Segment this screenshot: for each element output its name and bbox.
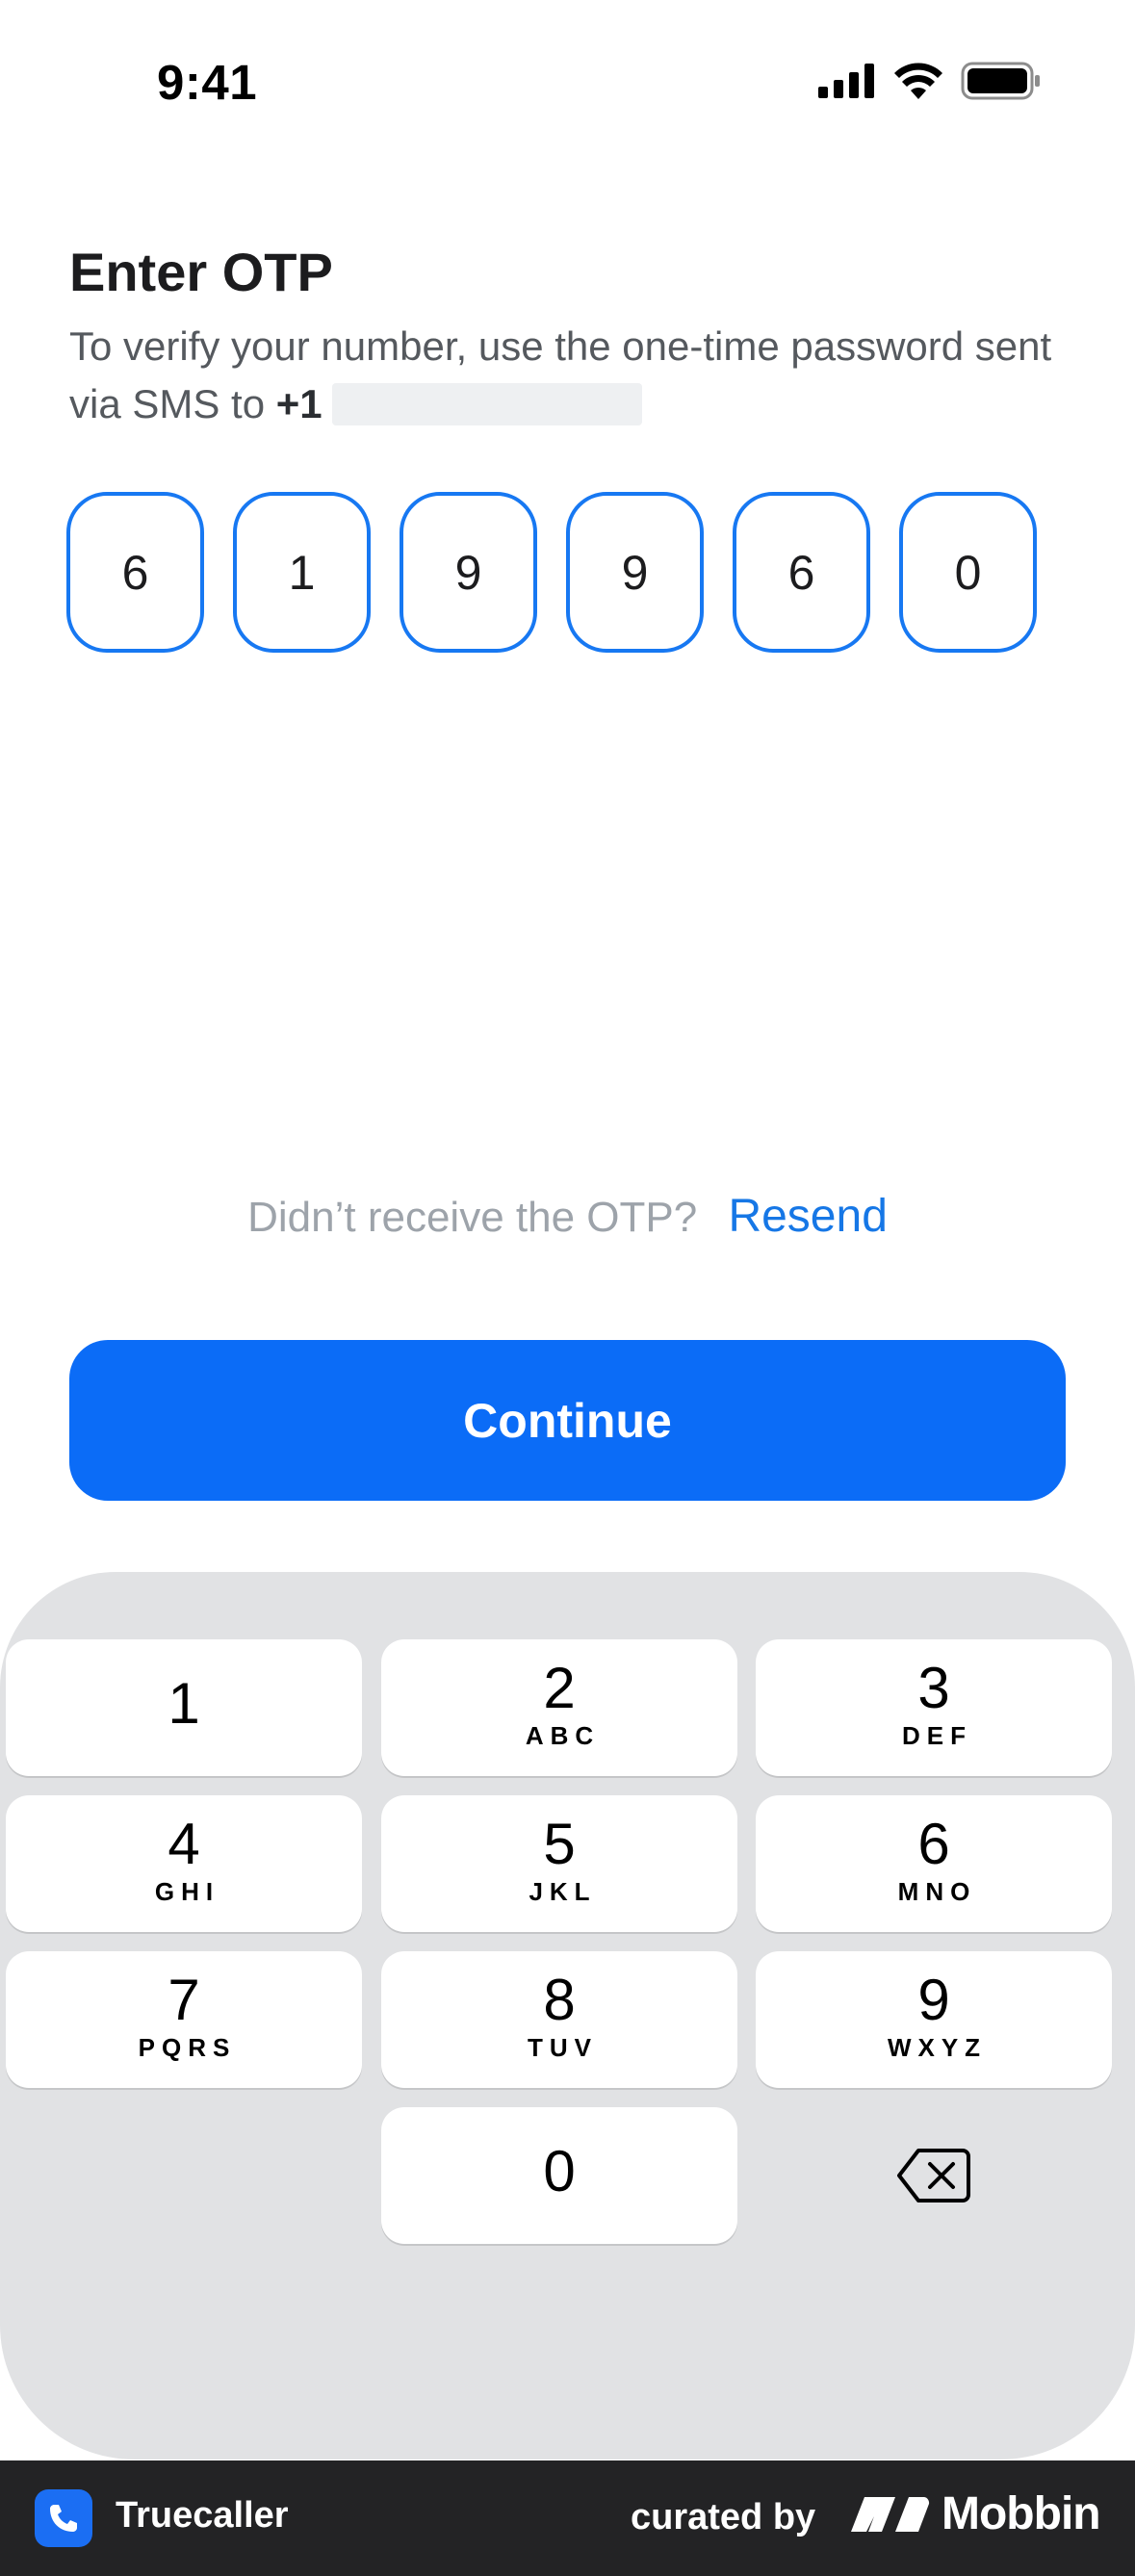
page-subtitle: To verify your number, use the one-time …	[69, 318, 1090, 433]
key-1-number: 1	[168, 1671, 200, 1736]
key-9-letters: WXYZ	[887, 2032, 988, 2062]
key-3-letters: DEF	[902, 1720, 972, 1750]
key-3[interactable]: 3 DEF	[756, 1639, 1112, 1776]
key-8-letters: TUV	[528, 2032, 598, 2062]
resend-link[interactable]: Resend	[728, 1191, 887, 1242]
key-7[interactable]: 7 PQRS	[6, 1951, 362, 2088]
otp-digit-3[interactable]: 9	[400, 492, 537, 653]
status-bar: 9:41	[0, 0, 1135, 168]
key-8-number: 8	[543, 1967, 576, 2032]
key-7-number: 7	[168, 1967, 200, 2032]
key-empty	[6, 2107, 362, 2244]
key-3-number: 3	[917, 1655, 950, 1720]
key-5-number: 5	[543, 1811, 576, 1876]
key-6[interactable]: 6 MNO	[756, 1795, 1112, 1932]
redacted-phone-number	[331, 383, 642, 425]
backspace-key[interactable]	[756, 2107, 1112, 2244]
status-time: 9:41	[157, 55, 258, 110]
phone-prefix: +1	[275, 381, 322, 426]
mobbin-brand: Mobbin	[851, 2487, 1101, 2540]
otp-digit-2[interactable]: 1	[233, 492, 371, 653]
key-5-letters: JKL	[529, 1876, 597, 1906]
wifi-icon	[894, 63, 942, 99]
key-4[interactable]: 4 GHI	[6, 1795, 362, 1932]
cellular-signal-icon	[818, 64, 874, 98]
key-6-letters: MNO	[897, 1876, 977, 1906]
key-7-letters: PQRS	[138, 2032, 237, 2062]
key-9-number: 9	[917, 1967, 950, 2032]
key-4-number: 4	[168, 1811, 200, 1876]
backspace-icon	[897, 2149, 970, 2202]
footer-bar: Truecaller curated by Mobbin	[0, 2460, 1135, 2576]
otp-digit-6[interactable]: 0	[899, 492, 1037, 653]
battery-icon	[961, 62, 1040, 100]
page-title: Enter OTP	[69, 242, 333, 302]
key-6-number: 6	[917, 1811, 950, 1876]
key-2[interactable]: 2 ABC	[381, 1639, 737, 1776]
key-0[interactable]: 0	[381, 2107, 737, 2244]
status-icons	[818, 62, 1042, 100]
continue-button[interactable]: Continue	[69, 1340, 1066, 1501]
key-8[interactable]: 8 TUV	[381, 1951, 737, 2088]
key-0-number: 0	[543, 2139, 576, 2203]
otp-input-group: 6 1 9 9 6 0	[66, 492, 1037, 653]
mobbin-logo-icon	[851, 2496, 930, 2532]
numeric-keypad: 1 2 ABC 3 DEF 4 GHI 5 JKL 6 MNO 7 PQRS 8…	[0, 1572, 1135, 2460]
otp-digit-5[interactable]: 6	[733, 492, 870, 653]
key-4-letters: GHI	[154, 1876, 220, 1906]
footer-brand: Mobbin	[942, 2488, 1101, 2539]
truecaller-logo-icon	[35, 2489, 92, 2547]
key-9[interactable]: 9 WXYZ	[756, 1951, 1112, 2088]
resend-question: Didn’t receive the OTP?	[247, 1194, 698, 1241]
key-2-number: 2	[543, 1655, 576, 1720]
key-2-letters: ABC	[525, 1720, 601, 1750]
key-5[interactable]: 5 JKL	[381, 1795, 737, 1932]
resend-row: Didn’t receive the OTP? Resend	[0, 1190, 1135, 1243]
otp-digit-1[interactable]: 6	[66, 492, 204, 653]
otp-digit-4[interactable]: 9	[566, 492, 704, 653]
footer-app-name: Truecaller	[116, 2495, 289, 2536]
key-1[interactable]: 1	[6, 1639, 362, 1776]
footer-curated-by: curated by	[631, 2497, 816, 2537]
